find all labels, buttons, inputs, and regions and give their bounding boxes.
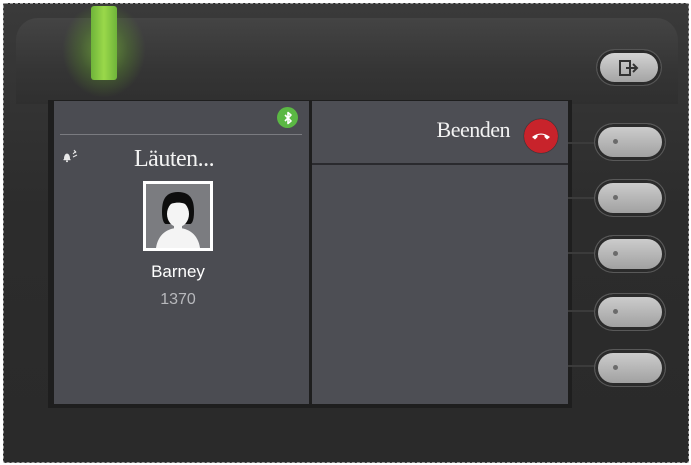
exit-button[interactable] — [597, 50, 661, 85]
softkey-connector — [568, 142, 596, 144]
call-status: Läuten... — [134, 146, 215, 172]
actions-divider — [312, 163, 568, 165]
softkey-connector — [568, 197, 596, 199]
end-call-label[interactable]: Beenden — [400, 117, 511, 143]
bell-icon — [62, 149, 80, 163]
call-indicator-led — [91, 6, 117, 80]
bluetooth-icon — [277, 107, 298, 128]
softkey-5[interactable] — [595, 350, 665, 386]
softkey-3[interactable] — [595, 236, 665, 272]
softkey-connector — [568, 310, 596, 312]
hang-up-icon[interactable] — [524, 119, 558, 153]
caller-name: Barney — [151, 262, 205, 281]
softkey-1[interactable] — [595, 124, 665, 160]
softkey-4[interactable] — [595, 294, 665, 330]
person-icon — [156, 192, 200, 248]
caller-number: 1370 — [160, 291, 196, 308]
softkey-connector — [568, 365, 596, 367]
call-header-divider — [60, 134, 302, 135]
exit-icon — [619, 59, 639, 76]
softkey-connector — [568, 252, 596, 254]
caller-avatar — [143, 181, 213, 251]
softkey-2[interactable] — [595, 180, 665, 216]
